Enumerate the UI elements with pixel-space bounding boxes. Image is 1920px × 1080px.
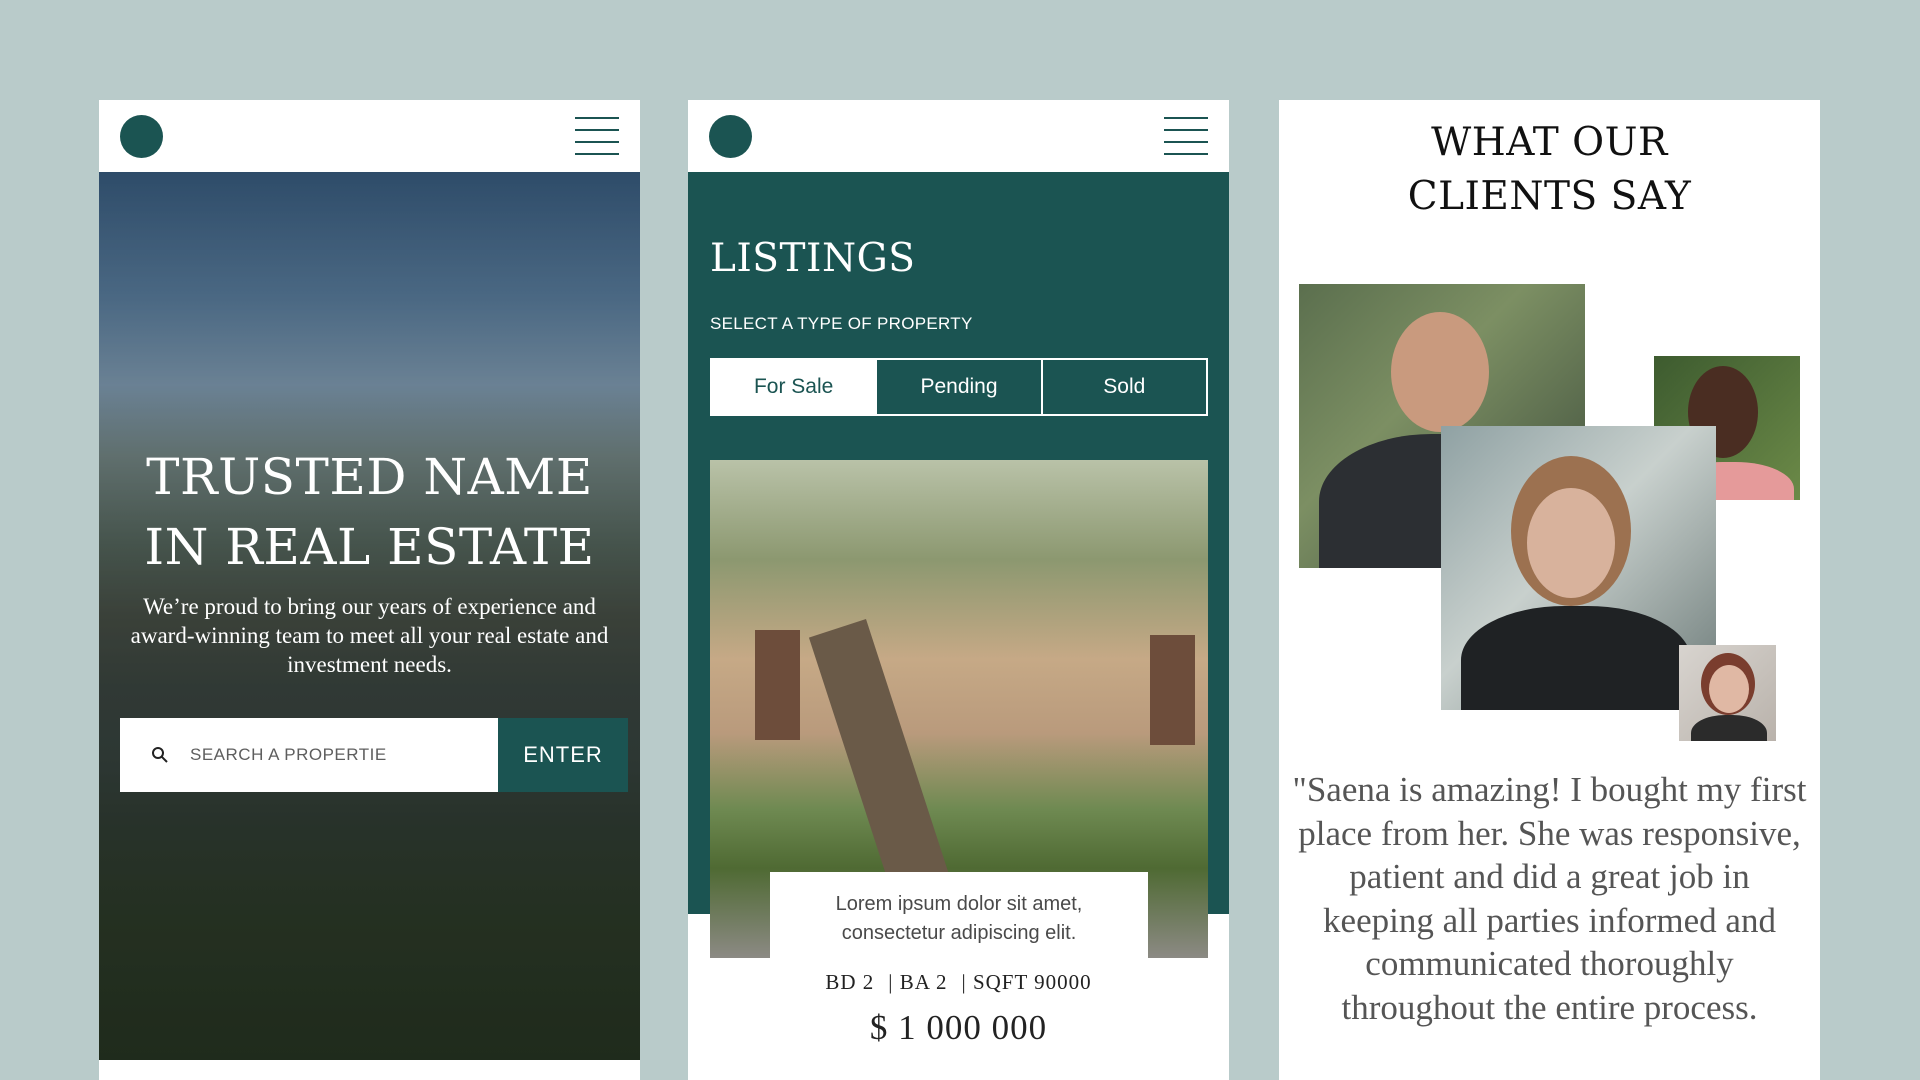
hero-title: TRUSTED NAME IN REAL ESTATE — [144, 448, 595, 576]
home-screen: TRUSTED NAME IN REAL ESTATE We’re proud … — [99, 100, 640, 1080]
menu-icon[interactable] — [575, 117, 619, 155]
property-type-tabs: For Sale Pending Sold — [710, 358, 1208, 416]
listings-screen: LISTINGS SELECT A TYPE OF PROPERTY For S… — [688, 100, 1229, 1080]
hero-description: We’re proud to bring our years of experi… — [130, 594, 609, 677]
search-input[interactable] — [190, 742, 470, 768]
listing-price: $ 1 000 000 — [869, 1008, 1048, 1047]
testimonials-title: WHAT OUR CLIENTS SAY — [1407, 120, 1692, 219]
hero-image: TRUSTED NAME IN REAL ESTATE We’re proud … — [99, 172, 640, 1060]
header — [99, 100, 640, 172]
search-icon — [152, 747, 168, 763]
logo[interactable] — [120, 115, 163, 158]
listings-subtitle: SELECT A TYPE OF PROPERTY — [710, 314, 973, 333]
square-feet: | SQFT 90000 — [961, 970, 1092, 994]
listing-specs: BD 2 | BA 2 | SQFT 90000 — [688, 970, 1229, 995]
tab-pending[interactable]: Pending — [877, 360, 1043, 414]
listings-title: LISTINGS — [710, 236, 916, 281]
header — [688, 100, 1229, 172]
enter-button[interactable]: ENTER — [498, 718, 628, 792]
tab-sold[interactable]: Sold — [1043, 360, 1206, 414]
bedrooms: BD 2 — [825, 970, 875, 994]
testimonials-screen: WHAT OUR CLIENTS SAY "Saena is amazing! … — [1279, 100, 1820, 1080]
client-photo — [1679, 645, 1776, 741]
logo[interactable] — [709, 115, 752, 158]
search-box[interactable] — [120, 718, 498, 792]
menu-icon[interactable] — [1164, 117, 1208, 155]
listing-description: Lorem ipsum dolor sit amet, consectetur … — [770, 872, 1148, 962]
tab-for-sale[interactable]: For Sale — [712, 360, 878, 414]
client-photo — [1441, 426, 1716, 710]
testimonial-quote: "Saena is amazing! I bought my first pla… — [1292, 770, 1807, 1027]
bathrooms: | BA 2 — [888, 970, 948, 994]
